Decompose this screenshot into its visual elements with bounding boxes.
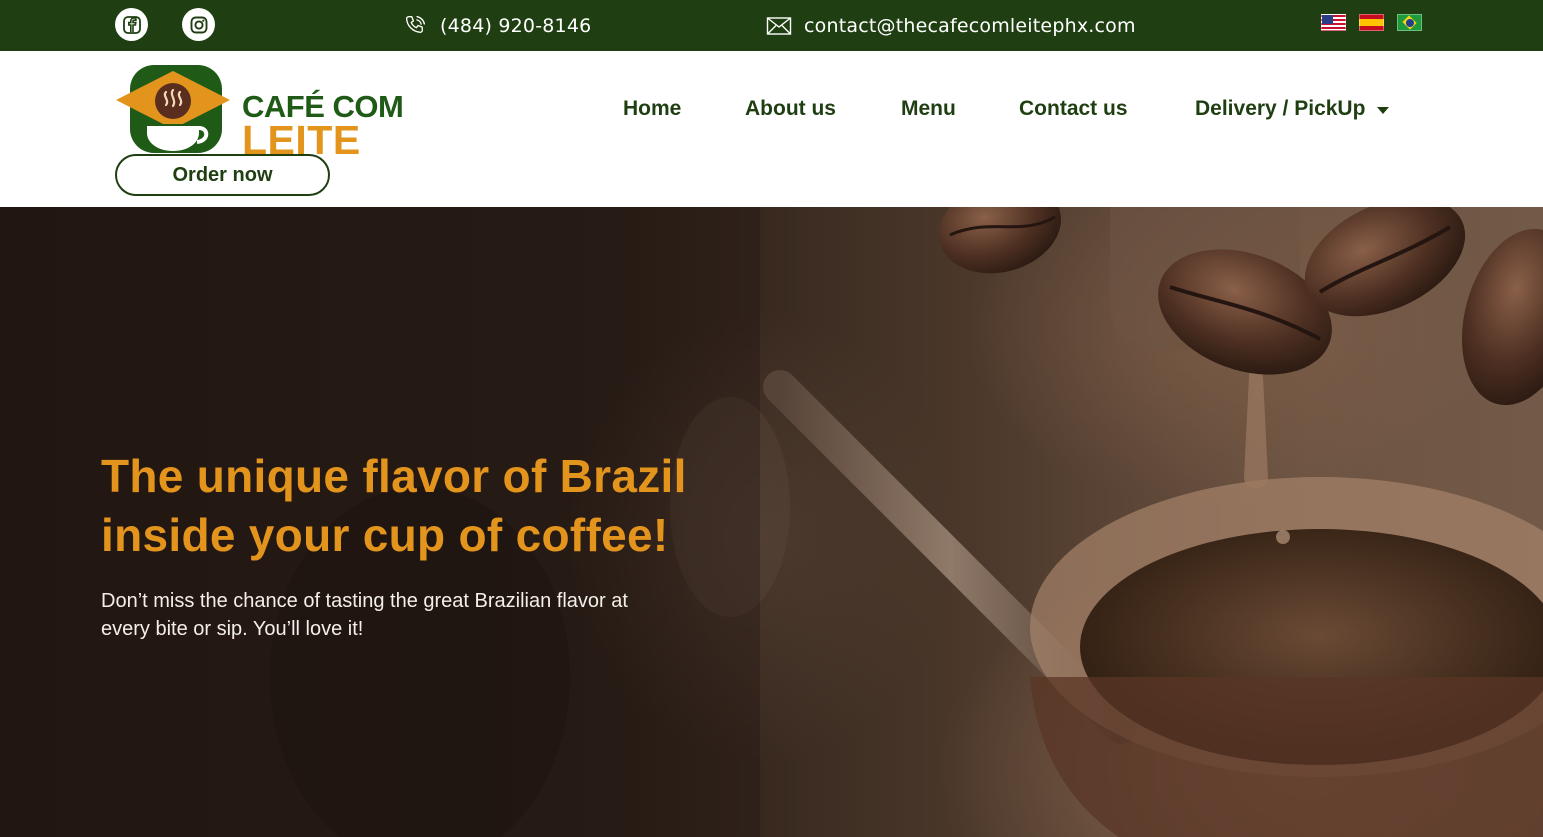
instagram-link[interactable] (182, 8, 215, 41)
facebook-icon (122, 15, 141, 34)
phone-number: (484) 920-8146 (440, 14, 592, 37)
spain-flag-icon[interactable] (1359, 14, 1384, 31)
nav-home[interactable]: Home (623, 87, 681, 131)
phone-icon (405, 15, 426, 33)
email-link[interactable]: contact@thecafecomleitephx.com (766, 0, 1136, 51)
nav-about-us[interactable]: About us (745, 87, 836, 131)
main-nav: Home About us Menu Contact us Delivery /… (0, 87, 1543, 131)
nav-delivery-label: Delivery / PickUp (1195, 97, 1366, 120)
chevron-down-icon (1377, 106, 1390, 114)
nav-delivery-pickup[interactable]: Delivery / PickUp (1195, 87, 1390, 131)
hero-subtitle: Don’t miss the chance of tasting the gre… (101, 590, 628, 640)
language-switcher (1321, 14, 1422, 31)
nav-contact-us[interactable]: Contact us (1019, 87, 1128, 131)
top-bar: (484) 920-8146 contact@thecafecomleiteph… (0, 0, 1543, 51)
site-header: CAFÉ COM LEITE Order now Home About us M… (0, 51, 1543, 207)
nav-menu[interactable]: Menu (901, 87, 956, 131)
brazil-flag-icon[interactable] (1397, 14, 1422, 31)
hero-section: The unique flavor of Brazil inside your … (0, 207, 1543, 837)
hero-content: The unique flavor of Brazil inside your … (101, 447, 701, 643)
hero-title: The unique flavor of Brazil inside your … (101, 450, 687, 561)
us-flag-icon[interactable] (1321, 14, 1346, 31)
mail-icon (766, 16, 792, 35)
instagram-icon (190, 16, 207, 33)
facebook-link[interactable] (115, 8, 148, 41)
phone-link[interactable]: (484) 920-8146 (403, 0, 591, 51)
order-now-button[interactable]: Order now (115, 154, 330, 196)
email-address: contact@thecafecomleitephx.com (804, 14, 1136, 37)
